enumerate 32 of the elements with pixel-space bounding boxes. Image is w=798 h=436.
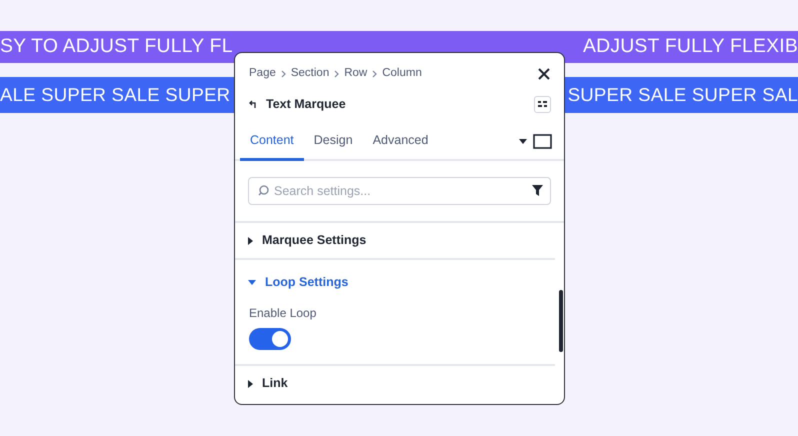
breadcrumb-link[interactable]: Row xyxy=(344,64,368,82)
accordion-header[interactable]: Link xyxy=(235,366,555,401)
accordion-header[interactable]: Marquee Settings xyxy=(235,223,564,258)
breadcrumb-link[interactable]: Column xyxy=(382,64,422,82)
caret-down-icon xyxy=(248,280,256,284)
toggle-switch[interactable] xyxy=(249,328,291,350)
accordion-header[interactable]: Loop Settings xyxy=(235,260,555,304)
back-arrow-icon[interactable] xyxy=(249,100,258,108)
panel-title: Text Marquee xyxy=(266,96,346,113)
scrollbar[interactable] xyxy=(559,290,563,352)
field-label: Enable Loop xyxy=(248,305,318,322)
search-icon xyxy=(258,185,269,196)
caret-right-icon xyxy=(248,380,253,388)
caret-icon[interactable] xyxy=(519,138,527,144)
tab[interactable]: Content xyxy=(240,123,304,161)
close-icon[interactable] xyxy=(537,66,551,80)
marquee-text: ALE SUPER SALE SUPER xyxy=(0,83,230,108)
chevron-icon xyxy=(372,70,378,78)
layout-icon[interactable] xyxy=(534,96,551,112)
marquee-text: SY TO ADJUST FULLY FL xyxy=(0,34,233,60)
marquee-text: ADJUST FULLY FLEXIB xyxy=(582,34,798,60)
breadcrumb-link[interactable]: Page xyxy=(249,64,276,82)
breadcrumb-link[interactable]: Section xyxy=(290,64,330,82)
tab[interactable]: Advanced xyxy=(362,123,438,161)
chevron-icon xyxy=(280,70,286,78)
tab[interactable]: Design xyxy=(304,123,363,161)
square-icon[interactable] xyxy=(533,134,552,148)
search-field[interactable]: Search settings... xyxy=(248,177,551,205)
chevron-icon xyxy=(334,70,340,78)
marquee-text: SUPER SALE SUPER SAL xyxy=(568,83,798,108)
caret-right-icon xyxy=(248,236,253,244)
filter-icon[interactable] xyxy=(532,185,543,196)
